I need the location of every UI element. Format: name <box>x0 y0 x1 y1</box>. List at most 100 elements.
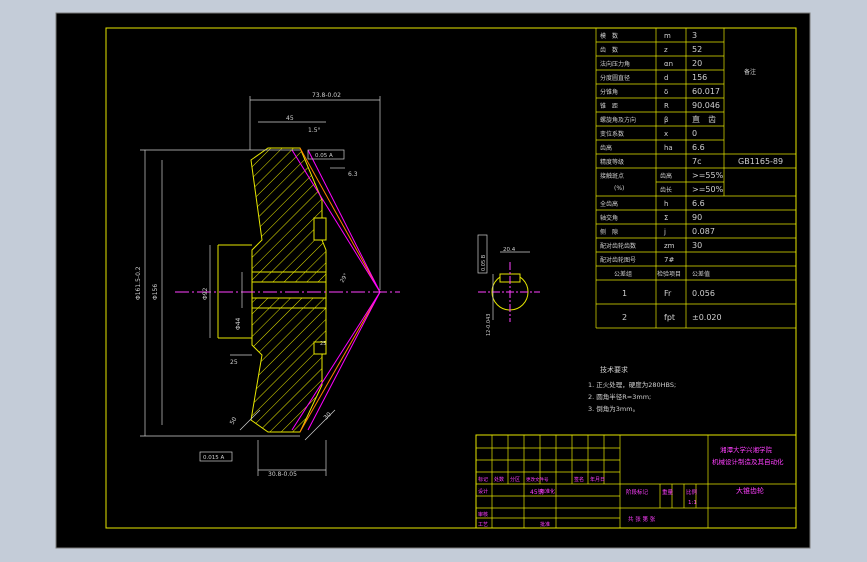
role-1: 审核 <box>478 511 488 518</box>
param-symbol-11: Σ <box>664 214 668 222</box>
row-label-3: 更改文件号 <box>526 476 549 483</box>
param-symbol-6: β <box>664 116 668 124</box>
param-symbol-10: h <box>664 200 668 208</box>
tol-header-1: 检验项目 <box>657 270 681 278</box>
param-value-3: 156 <box>692 73 707 82</box>
param-symbol-1: z <box>664 46 668 54</box>
param-value-5: 90.046 <box>692 101 720 110</box>
part-name: 大锥齿轮 <box>736 486 764 495</box>
row-label-5: 年月日 <box>590 476 605 483</box>
tol-header-0: 公差组 <box>614 270 632 278</box>
param-value-6: 直 齿 <box>692 114 716 124</box>
dim-45: 45 <box>286 115 294 122</box>
weight-label: 重量 <box>662 488 674 496</box>
runout-top: 0.05 A <box>315 153 333 159</box>
standard-code: GB1165-89 <box>738 157 783 166</box>
param-symbol-13: zm <box>664 242 675 250</box>
param-label-8: 齿高 <box>600 144 612 152</box>
role-2: 工艺 <box>478 522 488 528</box>
param-label-9: 精度等级 <box>600 158 624 166</box>
dim-25b: 25 <box>320 341 326 347</box>
tol-header-2: 公差值 <box>692 270 710 278</box>
ratio-label: 比例 <box>686 488 698 496</box>
param-label-13: 配对齿轮齿数 <box>600 242 636 250</box>
dim-overall-length: 73.8-0.02 <box>312 92 341 99</box>
contact-height-value: >=55% <box>692 171 724 180</box>
dim-92: Φ92 <box>202 287 209 300</box>
row-label-0: 标记 <box>478 476 488 483</box>
dim-156: Φ156 <box>152 284 159 300</box>
keyway-tol: 0.05 B <box>481 254 487 271</box>
dim-angle: 1.5° <box>308 127 321 134</box>
tol-row-value-0: 0.056 <box>692 289 715 298</box>
dim-bottom: 30.8-0.05 <box>268 471 297 478</box>
contact-unit: (%) <box>614 185 624 192</box>
param-symbol-0: m <box>664 32 671 40</box>
note-1: 1. 正火处理，硬度为280HBS; <box>588 380 676 389</box>
param-label-4: 分锥角 <box>600 88 618 96</box>
param-value-13: 30 <box>692 241 702 250</box>
contact-length-value: >=50% <box>692 185 724 194</box>
dim-big-diameter: Φ161.5-0.2 <box>135 266 142 300</box>
param-label-3: 分度圆直径 <box>600 74 630 82</box>
ratio-value: 1:1 <box>688 500 697 506</box>
param-value-0: 3 <box>692 31 697 40</box>
param-symbol-12: j <box>663 228 666 236</box>
tol-row-item-0: Fr <box>664 289 672 298</box>
tol-row-no-1: 2 <box>622 313 627 322</box>
param-value-12: 0.087 <box>692 227 715 236</box>
param-label-0: 模 数 <box>600 32 618 40</box>
param-value-1: 52 <box>692 45 702 54</box>
param-symbol-3: d <box>664 74 668 82</box>
param-label-11: 轴交角 <box>600 214 618 222</box>
contact-length-label: 齿长 <box>660 186 672 194</box>
roughness: 6.3 <box>348 171 358 178</box>
role-3: 标准化 <box>540 488 555 495</box>
param-symbol-4: δ <box>664 88 668 96</box>
param-value-4: 60.017 <box>692 87 720 96</box>
param-symbol-5: R <box>664 102 669 110</box>
param-value-7: 0 <box>692 129 697 138</box>
param-label-7: 变位系数 <box>600 130 624 138</box>
param-label-6: 螺旋角及方向 <box>600 116 636 124</box>
param-value-10: 6.6 <box>692 199 705 208</box>
param-label-14: 配对齿轮图号 <box>600 256 636 264</box>
role-4: 批准 <box>540 521 550 528</box>
row-label-2: 分区 <box>510 476 520 483</box>
dim-25: 25 <box>230 359 238 366</box>
contact-height-label: 齿高 <box>660 172 672 180</box>
remark-label: 备注 <box>744 68 756 76</box>
dim-44: Φ44 <box>235 317 242 330</box>
note-3: 3. 倒角为3mm。 <box>588 404 639 413</box>
row-label-4: 签名 <box>574 476 584 483</box>
keyway-width: 12-0.043 <box>486 314 492 336</box>
project-name: 机械设计制造及其自动化 <box>712 457 784 466</box>
param-symbol-7: x <box>664 130 668 138</box>
param-symbol-2: αn <box>664 60 673 68</box>
param-label-10: 全齿高 <box>600 200 618 208</box>
tol-row-no-0: 1 <box>622 289 627 298</box>
sheet-info: 共 张 第 张 <box>628 515 656 523</box>
contact-label: 接触斑点 <box>600 172 624 180</box>
row-label-1: 处数 <box>494 476 504 483</box>
param-value-11: 90 <box>692 213 702 222</box>
param-symbol-8: ha <box>664 144 673 152</box>
note-2: 2. 圆角半径R=3mm; <box>588 392 651 401</box>
school-name: 湘潭大学兴湘学院 <box>720 445 773 454</box>
param-value-9: 7c <box>692 157 702 166</box>
runout-bottom: 0.015 A <box>203 455 224 461</box>
param-value-8: 6.6 <box>692 143 705 152</box>
role-0: 设计 <box>478 488 488 495</box>
cad-drawing: 73.8-0.02 45 1.5° 0.05 A 6.3 29° Φ161.5-… <box>55 12 811 549</box>
param-label-12: 侧 隙 <box>600 228 618 236</box>
stage-label: 阶段标记 <box>626 488 649 496</box>
param-symbol-14: 7# <box>664 256 674 264</box>
notes-title: 技术要求 <box>600 365 628 374</box>
param-value-2: 20 <box>692 59 702 68</box>
tol-row-item-1: fpt <box>664 313 675 322</box>
keyway-depth: 20.4 <box>503 247 516 253</box>
param-label-1: 齿 数 <box>600 46 618 54</box>
param-label-5: 锥 距 <box>600 102 618 110</box>
param-label-2: 法向压力角 <box>600 60 630 68</box>
tol-row-value-1: ±0.020 <box>692 313 722 322</box>
